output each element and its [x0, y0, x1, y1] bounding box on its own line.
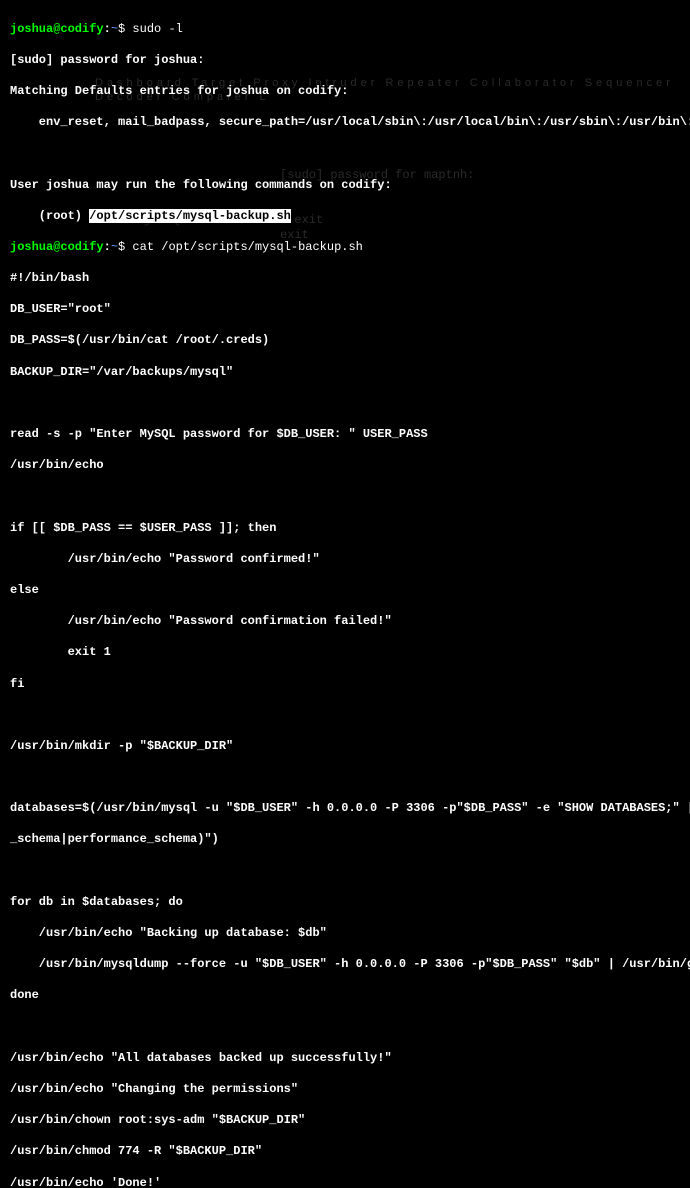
prompt-path: ~: [111, 22, 118, 36]
command-input: cat /opt/scripts/mysql-backup.sh: [125, 240, 363, 254]
output-line: Matching Defaults entries for joshua on …: [10, 84, 680, 100]
script-line: /usr/bin/echo "All databases backed up s…: [10, 1051, 680, 1067]
output-line: [sudo] password for joshua:: [10, 53, 680, 69]
script-line: [10, 864, 680, 880]
script-line: /usr/bin/echo "Backing up database: $db": [10, 926, 680, 942]
script-line: [10, 708, 680, 724]
script-line: exit 1: [10, 645, 680, 661]
script-line: [10, 396, 680, 412]
script-line: databases=$(/usr/bin/mysql -u "$DB_USER"…: [10, 801, 680, 817]
output-line: User joshua may run the following comman…: [10, 178, 680, 194]
script-line: fi: [10, 677, 680, 693]
script-line: /usr/bin/echo "Password confirmed!": [10, 552, 680, 568]
prompt-userhost: joshua@codify: [10, 240, 104, 254]
script-line: /usr/bin/chown root:sys-adm "$BACKUP_DIR…: [10, 1113, 680, 1129]
script-line: /usr/bin/echo "Password confirmation fai…: [10, 614, 680, 630]
script-line: _schema|performance_schema)"): [10, 832, 680, 848]
script-line: [10, 770, 680, 786]
output-line: (root): [10, 209, 89, 223]
script-line: [10, 1020, 680, 1036]
command-input: sudo -l: [125, 22, 183, 36]
prompt-sep: :: [104, 240, 111, 254]
highlighted-path: /opt/scripts/mysql-backup.sh: [89, 209, 291, 223]
script-line: /usr/bin/echo "Changing the permissions": [10, 1082, 680, 1098]
script-line: for db in $databases; do: [10, 895, 680, 911]
script-line: /usr/bin/echo 'Done!': [10, 1176, 680, 1188]
terminal-output[interactable]: joshua@codify:~$ sudo -l [sudo] password…: [0, 0, 690, 1188]
script-line: DB_USER="root": [10, 302, 680, 318]
prompt-userhost: joshua@codify: [10, 22, 104, 36]
script-line: done: [10, 988, 680, 1004]
output-line: env_reset, mail_badpass, secure_path=/us…: [10, 115, 680, 131]
output-line: [10, 146, 680, 162]
prompt-sep: :: [104, 22, 111, 36]
script-line: BACKUP_DIR="/var/backups/mysql": [10, 365, 680, 381]
script-line: read -s -p "Enter MySQL password for $DB…: [10, 427, 680, 443]
script-line: if [[ $DB_PASS == $USER_PASS ]]; then: [10, 521, 680, 537]
script-line: DB_PASS=$(/usr/bin/cat /root/.creds): [10, 333, 680, 349]
script-line: /usr/bin/chmod 774 -R "$BACKUP_DIR": [10, 1144, 680, 1160]
script-line: /usr/bin/mkdir -p "$BACKUP_DIR": [10, 739, 680, 755]
script-line: /usr/bin/echo: [10, 458, 680, 474]
script-line: /usr/bin/mysqldump --force -u "$DB_USER"…: [10, 957, 680, 973]
script-line: [10, 489, 680, 505]
prompt-path: ~: [111, 240, 118, 254]
script-line: #!/bin/bash: [10, 271, 680, 287]
script-line: else: [10, 583, 680, 599]
